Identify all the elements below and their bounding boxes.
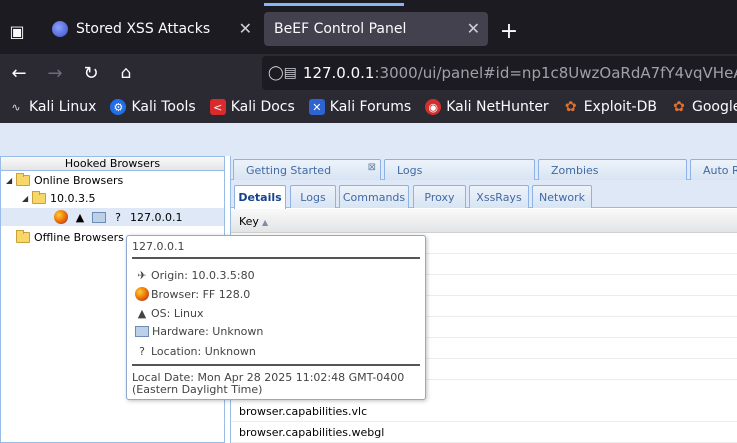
tab-proxy[interactable]: Proxy bbox=[413, 185, 466, 208]
folder-icon bbox=[32, 190, 46, 204]
tooltip-hardware: Hardware: Unknown bbox=[135, 325, 263, 338]
firefox-icon bbox=[135, 287, 149, 301]
linux-tux-icon: ▲ bbox=[137, 306, 147, 320]
tooltip-divider bbox=[132, 257, 420, 259]
grid-header-key[interactable]: Key ▲ bbox=[231, 209, 737, 233]
beef-header bbox=[0, 123, 737, 156]
bookmark-kali-nethunter[interactable]: ◉ Kali NetHunter bbox=[425, 99, 549, 115]
tab-title: Stored XSS Attacks bbox=[76, 21, 211, 37]
tab-beef-control-panel[interactable]: BeEF Control Panel ✕ bbox=[264, 12, 488, 46]
exploit-db-icon: ✿ bbox=[564, 99, 577, 115]
linux-tux-icon: ▲ bbox=[75, 210, 85, 224]
sort-ascending-icon: ▲ bbox=[261, 218, 269, 227]
tab-commands[interactable]: Commands bbox=[339, 185, 409, 208]
bookmarks-toolbar: ∿ Kali Linux ⚙ Kali Tools < Kali Docs ✕ Kali… bbox=[0, 91, 737, 123]
tab-logs[interactable]: Logs bbox=[384, 159, 535, 180]
main-tabs: Getting Started⊠ Logs Zombies Auto Ru bbox=[231, 156, 737, 180]
back-arrow-icon[interactable]: ← bbox=[6, 60, 32, 86]
bookmark-kali-linux[interactable]: ∿ Kali Linux bbox=[8, 99, 96, 115]
kali-forums-icon: ✕ bbox=[308, 99, 325, 115]
tooltip-local-date: Local Date: Mon Apr 28 2025 11:02:48 GMT… bbox=[132, 371, 405, 396]
kali-dragon-icon: ∿ bbox=[11, 100, 21, 114]
unknown-location-icon: ? bbox=[115, 210, 121, 224]
folder-icon bbox=[16, 229, 30, 243]
tab-overview-icon[interactable]: ▣ bbox=[2, 18, 32, 44]
tab-getting-started[interactable]: Getting Started ⊠ bbox=[233, 159, 381, 180]
kali-nethunter-icon: ◉ bbox=[425, 99, 442, 115]
bookmark-kali-forums[interactable]: ✕ Kali Forums bbox=[308, 99, 411, 115]
tree-subnet[interactable]: ◢ 10.0.3.5 bbox=[22, 189, 95, 207]
table-row[interactable]: browser.capabilities.webgl bbox=[231, 422, 737, 443]
tab-zombies[interactable]: Zombies bbox=[538, 159, 687, 180]
close-tab-icon[interactable]: ✕ bbox=[467, 19, 480, 38]
kali-tools-icon: ⚙ bbox=[110, 99, 127, 115]
page-info-icon[interactable]: ▤ bbox=[284, 65, 297, 81]
tab-details[interactable]: Details bbox=[234, 185, 286, 209]
tooltip-browser: Browser: FF 128.0 bbox=[135, 287, 250, 301]
tab-stored-xss[interactable]: Stored XSS Attacks ✕ bbox=[42, 12, 260, 46]
bookmark-kali-tools[interactable]: ⚙ Kali Tools bbox=[110, 99, 196, 115]
url-bar[interactable]: ◯ ▤ 127.0.0.1:3000/ui/panel#id=np1c8UwzO… bbox=[262, 56, 737, 90]
hooked-browser-tooltip: 127.0.0.1 ✈ Origin: 10.0.3.5:80 Browser: … bbox=[126, 235, 426, 400]
tree-offline-browsers[interactable]: Offline Browsers bbox=[16, 228, 124, 246]
forward-arrow-icon[interactable]: → bbox=[42, 60, 68, 86]
tooltip-divider bbox=[132, 364, 420, 366]
tab-favicon-icon bbox=[52, 21, 68, 37]
tab-xssrays[interactable]: XssRays bbox=[469, 185, 529, 208]
bookmark-kali-docs[interactable]: < Kali Docs bbox=[209, 99, 295, 115]
url-path: :3000/ui/panel#id=np1c8UwzOaRdA7fY4vqVHe… bbox=[374, 64, 737, 82]
tree-online-browsers[interactable]: ◢ Online Browsers bbox=[6, 171, 123, 189]
tooltip-title: 127.0.0.1 bbox=[132, 240, 185, 253]
tree-hooked-host[interactable]: ▲ ? 127.0.0.1 bbox=[1, 208, 224, 226]
hardware-icon bbox=[135, 326, 149, 337]
bookmark-exploit-db[interactable]: ✿ Exploit-DB bbox=[563, 99, 657, 115]
folder-icon bbox=[16, 172, 30, 186]
close-tab-icon[interactable]: ✕ bbox=[239, 19, 252, 38]
tab-auto-run[interactable]: Auto Ru bbox=[690, 159, 737, 180]
firefox-icon bbox=[54, 210, 68, 224]
server-icon: ✈ bbox=[137, 268, 147, 282]
bookmark-google-hacking[interactable]: ✿Google Hacki bbox=[671, 99, 737, 115]
panel-title: Hooked Browsers bbox=[1, 157, 224, 171]
kali-docs-icon: < bbox=[209, 99, 226, 115]
new-tab-button[interactable]: + bbox=[494, 18, 524, 44]
unknown-location-icon: ? bbox=[139, 344, 145, 358]
navigation-bar: ← → ↻ ⌂ ◯ ▤ 127.0.0.1:3000/ui/panel#id=n… bbox=[0, 54, 737, 91]
reload-icon[interactable]: ↻ bbox=[78, 60, 104, 86]
home-icon[interactable]: ⌂ bbox=[113, 60, 139, 86]
tooltip-location: ? Location: Unknown bbox=[135, 344, 256, 358]
tab-title: BeEF Control Panel bbox=[274, 21, 407, 37]
tooltip-origin: ✈ Origin: 10.0.3.5:80 bbox=[135, 268, 254, 282]
tab-bar: ▣ Stored XSS Attacks ✕ BeEF Control Pane… bbox=[0, 6, 737, 54]
tab-network[interactable]: Network bbox=[532, 185, 592, 208]
collapse-arrow-icon[interactable]: ◢ bbox=[6, 176, 16, 185]
url-host: 127.0.0.1 bbox=[302, 64, 375, 82]
shield-icon[interactable]: ◯ bbox=[268, 65, 284, 81]
hardware-icon bbox=[92, 211, 106, 223]
zombie-detail-tabs: Details Logs Commands Proxy XssRays Netw… bbox=[231, 180, 737, 209]
tooltip-os: ▲ OS: Linux bbox=[135, 306, 204, 320]
close-tab-icon[interactable]: ⊠ bbox=[368, 162, 376, 173]
google-hacking-icon: ✿ bbox=[673, 99, 685, 115]
tab-logs-detail[interactable]: Logs bbox=[290, 185, 336, 208]
collapse-arrow-icon[interactable]: ◢ bbox=[22, 194, 32, 203]
table-row[interactable]: browser.capabilities.vlc bbox=[231, 401, 737, 422]
